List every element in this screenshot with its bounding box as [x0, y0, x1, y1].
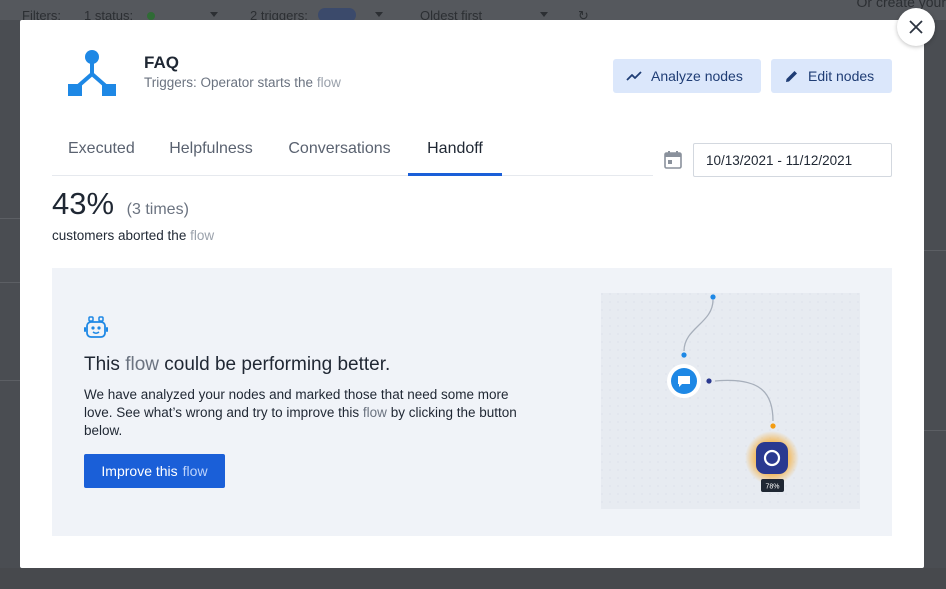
date-range-input[interactable] — [693, 143, 892, 177]
stat-value: 43% — [52, 186, 115, 221]
background-footer — [0, 568, 946, 589]
flow-word: flow — [316, 75, 341, 90]
analyze-nodes-label: Analyze nodes — [651, 68, 743, 84]
handoff-stat: 43% (3 times) — [52, 186, 189, 222]
stat-description-text: customers aborted the — [52, 228, 187, 243]
divider — [924, 250, 946, 251]
divider — [0, 380, 20, 381]
tab-handoff[interactable]: Handoff — [408, 140, 502, 176]
stat-description: customers aborted the flow — [52, 228, 214, 243]
divider — [0, 282, 20, 283]
improve-panel: This flow could be performing better. We… — [52, 268, 892, 536]
edit-nodes-label: Edit nodes — [808, 68, 875, 84]
flow-logo-icon — [68, 50, 116, 96]
title-prefix: This — [84, 354, 120, 375]
flow-word: flow — [182, 463, 208, 479]
tab-conversations[interactable]: Conversations — [270, 140, 409, 176]
chevron-down-icon — [375, 12, 383, 17]
flow-word: flow — [125, 354, 159, 375]
improve-flow-button[interactable]: Improve this flow — [84, 454, 225, 488]
panel-title: This flow could be performing better. — [84, 354, 390, 376]
chevron-down-icon — [540, 12, 548, 17]
improve-label: Improve this — [101, 463, 178, 479]
stats-tabs: Executed Helpfulness Conversations Hando… — [52, 128, 653, 176]
divider — [0, 218, 20, 219]
tab-helpfulness[interactable]: Helpfulness — [152, 140, 270, 176]
flow-word: flow — [190, 228, 215, 243]
calendar-icon[interactable] — [663, 150, 683, 170]
flow-word: flow — [362, 405, 387, 420]
close-button[interactable] — [897, 8, 935, 46]
flow-title: FAQ — [144, 53, 179, 72]
title-suffix: could be performing better. — [164, 354, 391, 375]
background-toolbar: Filters: 1 status: 2 triggers: Oldest fi… — [0, 0, 946, 23]
divider — [924, 430, 946, 431]
panel-description: We have analyzed your nodes and marked t… — [84, 386, 534, 440]
chevron-down-icon — [210, 12, 218, 17]
trend-icon — [626, 71, 642, 81]
flow-illustration: 78% — [601, 293, 860, 509]
flow-triggers: Triggers: Operator starts the flow — [144, 75, 341, 90]
pencil-icon — [786, 70, 797, 82]
robot-icon — [84, 316, 108, 338]
flow-stats-modal: FAQ Triggers: Operator starts the flow A… — [20, 20, 924, 568]
analyze-nodes-button[interactable]: Analyze nodes — [613, 59, 761, 93]
tab-executed[interactable]: Executed — [52, 140, 152, 176]
close-icon — [909, 20, 923, 34]
create-link[interactable]: Or create your — [857, 0, 946, 10]
stat-times: (3 times) — [126, 201, 189, 218]
status-dot — [147, 12, 155, 20]
edit-nodes-button[interactable]: Edit nodes — [771, 59, 892, 93]
node-score-badge: 78% — [765, 484, 779, 491]
flow-diagram: 78% — [601, 293, 860, 509]
triggers-text: Triggers: Operator starts the — [144, 75, 314, 90]
